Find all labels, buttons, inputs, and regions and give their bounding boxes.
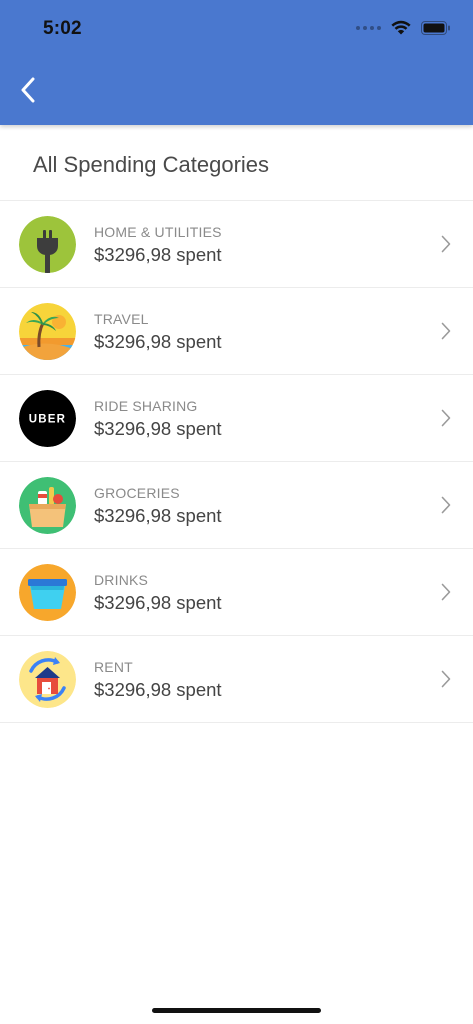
beach-icon bbox=[19, 303, 76, 360]
category-amount: $3296,98 spent bbox=[94, 592, 222, 613]
chevron-right-icon bbox=[441, 583, 451, 601]
category-row-travel[interactable]: TRAVEL $3296,98 spent bbox=[0, 288, 473, 375]
category-amount: $3296,98 spent bbox=[94, 244, 222, 265]
category-list: HOME & UTILITIES $3296,98 spent TRAVEL $… bbox=[0, 200, 473, 723]
category-amount: $3296,98 spent bbox=[94, 679, 222, 700]
header-bar: 5:02 bbox=[0, 0, 473, 125]
plug-icon bbox=[19, 216, 76, 273]
uber-logo-icon: UBER bbox=[19, 390, 76, 447]
home-indicator[interactable] bbox=[152, 1008, 321, 1013]
category-label: TRAVEL bbox=[94, 311, 149, 327]
drink-cup-icon bbox=[19, 564, 76, 621]
cellular-signal-icon bbox=[356, 25, 381, 30]
svg-text:UBER: UBER bbox=[29, 414, 66, 426]
chevron-right-icon bbox=[441, 235, 451, 253]
chevron-right-icon bbox=[441, 322, 451, 340]
grocery-bag-icon bbox=[19, 477, 76, 534]
category-row-home-utilities[interactable]: HOME & UTILITIES $3296,98 spent bbox=[0, 201, 473, 288]
battery-icon bbox=[421, 20, 450, 35]
category-row-ride-sharing[interactable]: UBER RIDE SHARING $3296,98 spent bbox=[0, 375, 473, 462]
status-time: 5:02 bbox=[43, 18, 82, 39]
category-label: HOME & UTILITIES bbox=[94, 224, 222, 240]
category-row-groceries[interactable]: GROCERIES $3296,98 spent bbox=[0, 462, 473, 549]
chevron-right-icon bbox=[441, 670, 451, 688]
chevron-right-icon bbox=[441, 496, 451, 514]
category-amount: $3296,98 spent bbox=[94, 418, 222, 439]
chevron-left-icon bbox=[21, 77, 35, 103]
category-label: DRINKS bbox=[94, 572, 149, 588]
back-button[interactable] bbox=[10, 72, 46, 108]
category-label: RIDE SHARING bbox=[94, 398, 198, 414]
category-amount: $3296,98 spent bbox=[94, 331, 222, 352]
category-label: RENT bbox=[94, 659, 133, 675]
category-label: GROCERIES bbox=[94, 485, 180, 501]
page-title: All Spending Categories bbox=[33, 152, 270, 177]
status-indicators bbox=[356, 20, 451, 35]
chevron-right-icon bbox=[441, 409, 451, 427]
category-row-rent[interactable]: RENT $3296,98 spent bbox=[0, 636, 473, 723]
wifi-icon bbox=[391, 20, 411, 35]
house-icon bbox=[19, 651, 76, 708]
category-row-drinks[interactable]: DRINKS $3296,98 spent bbox=[0, 549, 473, 636]
category-amount: $3296,98 spent bbox=[94, 505, 222, 526]
